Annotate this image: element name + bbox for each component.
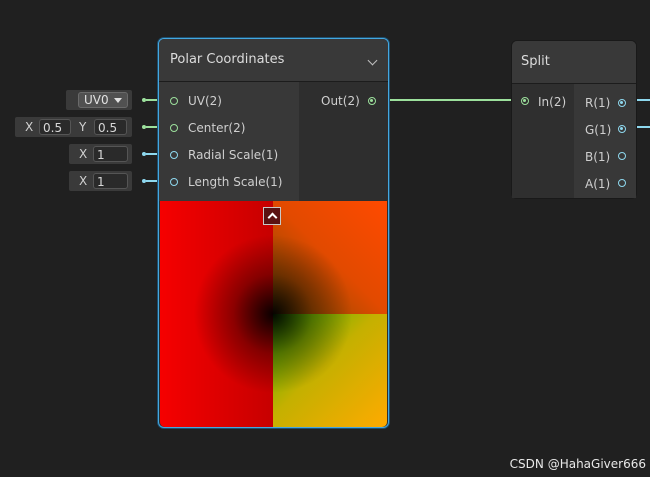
uv-dropdown-value: UV0 bbox=[84, 93, 109, 107]
polar-coordinates-node[interactable]: Polar Coordinates UV(2) Center(2) Radial… bbox=[158, 38, 389, 428]
radial-scale-field: X 1 bbox=[69, 144, 132, 164]
out-output-port[interactable] bbox=[368, 97, 376, 105]
g-output-label: G(1) bbox=[585, 123, 612, 137]
split-node-header[interactable]: Split bbox=[512, 41, 636, 84]
length-scale-input[interactable]: 1 bbox=[93, 173, 128, 189]
chevron-down-icon[interactable] bbox=[367, 55, 378, 66]
a-output-port[interactable] bbox=[618, 179, 626, 187]
polar-preview-image bbox=[160, 201, 387, 427]
radial-scale-input[interactable]: 1 bbox=[93, 146, 128, 162]
center-x-input[interactable]: 0.5 bbox=[39, 119, 71, 135]
uv-input-label: UV(2) bbox=[188, 94, 222, 108]
polar-node-header[interactable]: Polar Coordinates bbox=[159, 39, 388, 82]
chevron-down-icon bbox=[114, 98, 122, 103]
center-x-value: 0.5 bbox=[43, 121, 63, 135]
center-x-label: X bbox=[25, 120, 34, 134]
center-field: X 0.5 Y 0.5 bbox=[15, 117, 132, 137]
split-node-title: Split bbox=[521, 54, 550, 69]
out-output-label: Out(2) bbox=[321, 94, 360, 108]
radial-scale-x-label: X bbox=[79, 147, 88, 161]
uv-field-port-dot bbox=[142, 98, 146, 102]
collapse-preview-button[interactable] bbox=[263, 207, 281, 225]
center-field-port-dot bbox=[142, 125, 146, 129]
length-scale-input-port[interactable] bbox=[170, 178, 178, 186]
b-output-label: B(1) bbox=[585, 150, 611, 164]
center-input-port[interactable] bbox=[170, 124, 178, 132]
center-input-label: Center(2) bbox=[188, 121, 246, 135]
radial-scale-input-port[interactable] bbox=[170, 151, 178, 159]
center-y-value: 0.5 bbox=[98, 121, 118, 135]
length-scale-port-dot bbox=[142, 179, 146, 183]
r-output-port[interactable] bbox=[618, 99, 626, 107]
uv-input-port[interactable] bbox=[170, 97, 178, 105]
g-output-port[interactable] bbox=[618, 125, 626, 133]
r-output-label: R(1) bbox=[585, 96, 611, 110]
preview-gradient bbox=[160, 201, 387, 427]
radial-scale-port-dot bbox=[142, 152, 146, 156]
in-input-label: In(2) bbox=[538, 95, 567, 109]
length-scale-x-label: X bbox=[79, 174, 88, 188]
polar-node-title: Polar Coordinates bbox=[170, 52, 285, 67]
length-scale-field: X 1 bbox=[69, 171, 132, 191]
center-y-label: Y bbox=[79, 120, 87, 134]
radial-scale-value: 1 bbox=[97, 148, 105, 162]
radial-scale-input-label: Radial Scale(1) bbox=[188, 148, 279, 162]
b-output-port[interactable] bbox=[618, 152, 626, 160]
center-y-input[interactable]: 0.5 bbox=[94, 119, 127, 135]
in-input-port[interactable] bbox=[521, 97, 529, 105]
a-output-label: A(1) bbox=[585, 177, 611, 191]
watermark: CSDN @HahaGiver666 bbox=[509, 457, 646, 471]
length-scale-value: 1 bbox=[97, 175, 105, 189]
uv-field: UV0 bbox=[66, 90, 132, 110]
split-node[interactable]: Split In(2) R(1) G(1) B(1) A(1) bbox=[511, 40, 637, 199]
length-scale-input-label: Length Scale(1) bbox=[188, 175, 283, 189]
